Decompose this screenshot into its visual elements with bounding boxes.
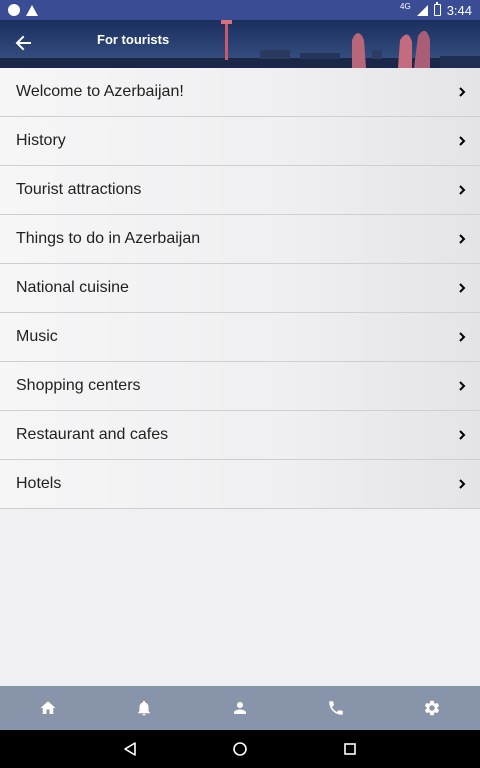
- menu-item-label: National cuisine: [16, 279, 129, 296]
- app-header: For tourists: [0, 20, 480, 68]
- phone-icon: [329, 701, 343, 715]
- menu-item-label: Shopping centers: [16, 377, 141, 394]
- chevron-right-icon: [456, 86, 468, 98]
- nav-notifications-button[interactable]: [124, 688, 164, 728]
- menu-item-history[interactable]: History: [0, 117, 480, 166]
- back-button[interactable]: [10, 30, 36, 56]
- nav-settings-button[interactable]: [412, 688, 452, 728]
- menu-item-music[interactable]: Music: [0, 313, 480, 362]
- chevron-right-icon: [456, 184, 468, 196]
- back-triangle-icon: [124, 742, 136, 756]
- status-left: [8, 4, 38, 16]
- chevron-right-icon: [456, 478, 468, 490]
- menu-item-label: Welcome to Azerbaijan!: [16, 83, 184, 100]
- bottom-nav: [0, 686, 480, 730]
- chevron-right-icon: [456, 380, 468, 392]
- menu-item-shopping-centers[interactable]: Shopping centers: [0, 362, 480, 411]
- system-nav: [0, 730, 480, 768]
- menu-item-label: Things to do in Azerbaijan: [16, 230, 201, 247]
- chevron-right-icon: [456, 135, 468, 147]
- circle-icon: [8, 4, 20, 16]
- menu-list: Welcome to Azerbaijan! History Tourist a…: [0, 68, 480, 509]
- battery-icon: [433, 2, 441, 16]
- menu-item-things-to-do[interactable]: Things to do in Azerbaijan: [0, 215, 480, 264]
- system-recents-button[interactable]: [335, 734, 365, 764]
- chevron-right-icon: [456, 282, 468, 294]
- menu-item-hotels[interactable]: Hotels: [0, 460, 480, 509]
- home-circle-icon: [233, 742, 247, 756]
- chevron-right-icon: [456, 429, 468, 441]
- status-right: 4G 3:44: [400, 1, 472, 18]
- menu-item-tourist-attractions[interactable]: Tourist attractions: [0, 166, 480, 215]
- status-bar: 4G 3:44: [0, 0, 480, 20]
- gear-icon: [424, 700, 440, 716]
- bell-icon: [138, 700, 150, 716]
- menu-item-national-cuisine[interactable]: National cuisine: [0, 264, 480, 313]
- chevron-right-icon: [456, 331, 468, 343]
- arrow-left-icon: [15, 35, 31, 51]
- signal-icon: [416, 4, 428, 16]
- system-home-button[interactable]: [225, 734, 255, 764]
- nav-home-button[interactable]: [28, 688, 68, 728]
- network-type: 4G: [400, 1, 411, 11]
- menu-item-label: Hotels: [16, 475, 62, 492]
- skyline-image: [0, 20, 480, 68]
- clock: 3:44: [446, 2, 472, 18]
- page-title: For tourists: [97, 32, 170, 47]
- person-icon: [234, 702, 246, 714]
- menu-item-restaurants[interactable]: Restaurant and cafes: [0, 411, 480, 460]
- warning-icon: [26, 4, 38, 16]
- system-back-button[interactable]: [115, 734, 145, 764]
- nav-profile-button[interactable]: [220, 688, 260, 728]
- menu-item-label: Tourist attractions: [16, 181, 142, 198]
- menu-item-label: Restaurant and cafes: [16, 426, 169, 443]
- recents-square-icon: [344, 743, 356, 755]
- home-icon: [40, 701, 56, 714]
- menu-item-label: Music: [16, 328, 58, 345]
- chevron-right-icon: [456, 233, 468, 245]
- nav-phone-button[interactable]: [316, 688, 356, 728]
- menu-item-label: History: [16, 132, 66, 149]
- menu-item-welcome[interactable]: Welcome to Azerbaijan!: [0, 68, 480, 117]
